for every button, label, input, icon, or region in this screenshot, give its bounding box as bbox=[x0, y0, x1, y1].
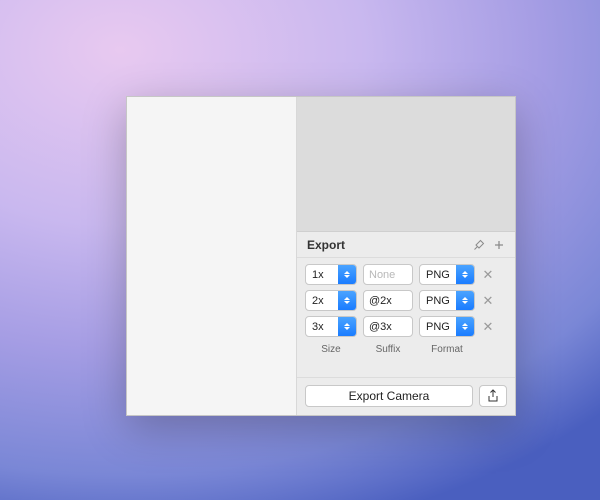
export-button[interactable]: Export Camera bbox=[305, 385, 473, 407]
stepper-icon bbox=[338, 317, 356, 336]
export-row: 3x @3x PNG ✕ bbox=[305, 316, 507, 337]
suffix-input[interactable]: @3x bbox=[363, 316, 413, 337]
size-select[interactable]: 2x bbox=[305, 290, 357, 311]
export-row: 2x @2x PNG ✕ bbox=[305, 290, 507, 311]
size-column-label: Size bbox=[305, 344, 357, 355]
layer-list-pane bbox=[127, 97, 297, 415]
format-select[interactable]: PNG bbox=[419, 290, 475, 311]
suffix-input[interactable]: @2x bbox=[363, 290, 413, 311]
share-icon bbox=[487, 389, 499, 403]
share-button[interactable] bbox=[479, 385, 507, 407]
remove-row-icon[interactable]: ✕ bbox=[481, 294, 495, 308]
export-rows: 1x None PNG ✕ 2x @2x PNG bbox=[297, 258, 515, 344]
knife-icon[interactable] bbox=[471, 237, 487, 253]
suffix-input[interactable]: None bbox=[363, 264, 413, 285]
export-section-header: Export bbox=[297, 232, 515, 258]
suffix-column-label: Suffix bbox=[363, 344, 413, 355]
stepper-icon bbox=[338, 291, 356, 310]
add-export-icon[interactable] bbox=[491, 237, 507, 253]
export-pane: Export 1x None PNG ✕ bbox=[297, 97, 515, 415]
inspector-panel: Export 1x None PNG ✕ bbox=[126, 96, 516, 416]
export-section-title: Export bbox=[307, 238, 467, 252]
stepper-icon bbox=[456, 265, 474, 284]
export-row: 1x None PNG ✕ bbox=[305, 264, 507, 285]
remove-row-icon[interactable]: ✕ bbox=[481, 268, 495, 282]
stepper-icon bbox=[456, 291, 474, 310]
format-select[interactable]: PNG bbox=[419, 264, 475, 285]
size-select[interactable]: 1x bbox=[305, 264, 357, 285]
export-preview bbox=[297, 97, 515, 232]
stepper-icon bbox=[338, 265, 356, 284]
format-select[interactable]: PNG bbox=[419, 316, 475, 337]
export-column-labels: Size Suffix Format bbox=[297, 344, 515, 361]
export-footer: Export Camera bbox=[297, 377, 515, 415]
remove-row-icon[interactable]: ✕ bbox=[481, 320, 495, 334]
stepper-icon bbox=[456, 317, 474, 336]
size-select[interactable]: 3x bbox=[305, 316, 357, 337]
format-column-label: Format bbox=[419, 344, 475, 355]
